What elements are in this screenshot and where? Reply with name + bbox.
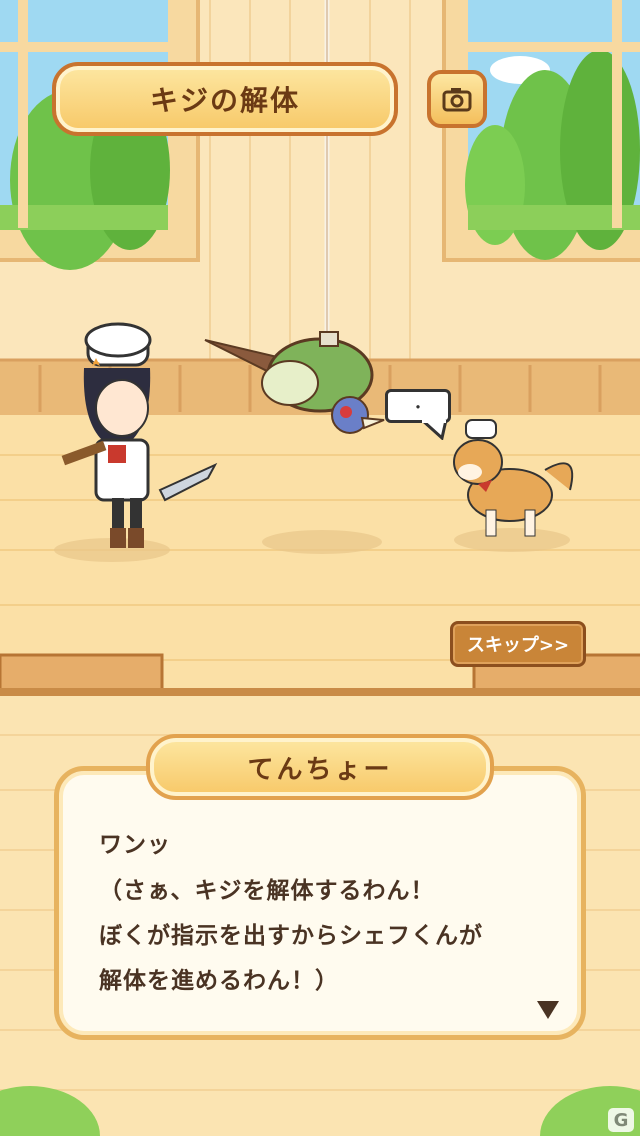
watermark-logo: G [608,1108,634,1132]
skip-button[interactable]: スキップ>> [450,621,586,667]
watermark-text: G [613,1109,629,1131]
page-title-plate: キジの解体 [52,62,398,136]
speech-bubble-tail [420,420,448,440]
triangle-down-icon [537,1001,559,1019]
dialog-line-3: ぼくが指示を出すからシェフくんが [99,923,483,949]
dialog-line-4: 解体を進めるわん！） [99,968,339,994]
camera-icon [442,88,472,112]
camera-button[interactable] [427,70,487,128]
skip-label: スキップ>> [466,635,570,656]
speech-bubble-text: ・ [409,398,426,417]
dialog-line-1: ワンッ [99,832,171,858]
speaker-name: てんちょー [247,754,393,785]
speech-bubble: ・ [385,389,451,423]
right-window [442,0,640,262]
page-title: キジの解体 [149,84,300,117]
dialog-line-2: （さぁ、キジを解体するわん！ [99,878,435,904]
dialog-box[interactable]: ワンッ （さぁ、キジを解体するわん！ ぼくが指示を出すからシェフくんが 解体を進… [54,766,586,1040]
speaker-name-plate: てんちょー [146,734,494,800]
